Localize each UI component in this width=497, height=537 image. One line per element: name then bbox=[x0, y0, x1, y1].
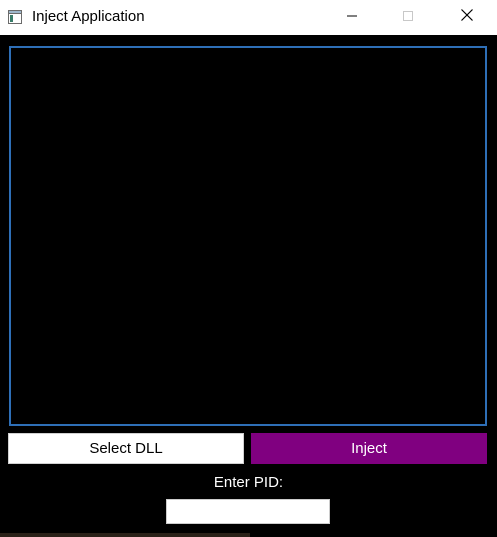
pid-input[interactable] bbox=[166, 499, 330, 524]
inject-button[interactable]: Inject bbox=[251, 433, 487, 464]
output-panel[interactable] bbox=[9, 46, 487, 426]
window-title: Inject Application bbox=[32, 8, 145, 25]
bottom-edge-strip bbox=[0, 533, 250, 537]
title-bar[interactable]: Inject Application bbox=[0, 0, 497, 35]
select-dll-button[interactable]: Select DLL bbox=[8, 433, 244, 464]
app-window-icon bbox=[8, 10, 22, 24]
minimize-button[interactable] bbox=[329, 0, 375, 35]
maximize-button[interactable] bbox=[385, 0, 431, 35]
app-window: Inject Application Select DLL Inject Ent… bbox=[0, 0, 497, 537]
maximize-icon bbox=[402, 9, 414, 27]
close-button[interactable] bbox=[444, 0, 490, 35]
close-icon bbox=[460, 8, 474, 27]
minimize-icon bbox=[346, 9, 358, 27]
pid-label: Enter PID: bbox=[213, 474, 284, 491]
